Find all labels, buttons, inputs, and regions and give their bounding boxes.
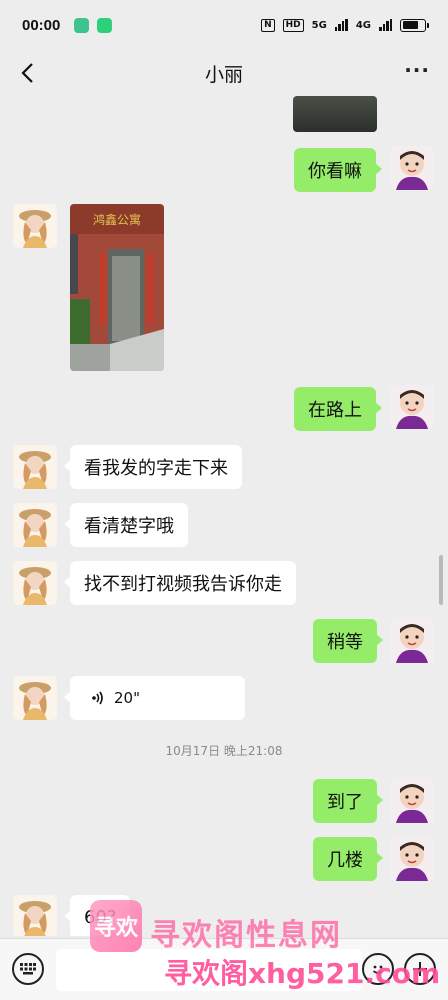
status-bar: 00:00 N HD 5G 4G [0,0,448,50]
battery-fill [402,21,419,29]
building-photo: 鸿鑫公寓 [70,204,164,371]
girl-avatar-icon [13,676,57,720]
back-arrow-icon [21,63,33,83]
contact-avatar[interactable] [13,561,57,605]
input-bar [0,938,448,1000]
contact-avatar[interactable] [13,503,57,547]
chat-title: 小丽 [204,63,243,86]
emoji-icon [372,965,384,974]
hd-badge: HD [282,18,304,32]
emoji-button[interactable] [362,953,394,985]
keyboard-toggle-button[interactable] [12,953,44,985]
girl-avatar-icon [13,503,57,547]
message-text: 找不到打视频我告诉你走 [84,574,282,595]
contact-avatar[interactable] [13,204,57,248]
message-bubble-out[interactable]: 几楼 [313,837,383,881]
network-label: 5G [311,19,327,31]
message-text: 几楼 [327,850,363,871]
network-label-2: 4G [355,19,371,31]
message-bubble-in[interactable]: 看我发的字走下来 [64,445,242,489]
chat-area[interactable]: 你看嘛 鸿鑫公寓 在路上 看我发的字走下来 看清楚字哦 找不到打视频我告诉你走 … [0,96,448,936]
baby-avatar-icon [390,385,434,429]
message-bubble-out[interactable]: 稍等 [313,619,383,663]
battery-icon [400,18,429,32]
nfc-icon: N [261,18,275,32]
shield-app-icon [74,17,90,33]
message-bubble-in[interactable]: 60? [63,895,131,936]
message-input[interactable] [56,949,362,991]
baby-avatar-icon [390,779,434,823]
girl-avatar-icon [13,561,57,605]
voice-wave-icon [92,691,103,705]
keyboard-icon [20,963,36,975]
voice-duration: 20" [114,689,140,707]
message-timestamp: 10月17日 晚上21:08 [165,744,283,758]
contact-avatar[interactable] [13,676,57,720]
my-avatar[interactable] [390,619,434,663]
voice-message[interactable]: 20" [64,676,245,720]
message-text: 你看嘛 [308,161,362,182]
photo-sign-text: 鸿鑫公寓 [93,212,141,227]
more-icon[interactable]: ··· [404,60,430,80]
status-time: 00:00 [22,16,61,34]
plus-icon [413,962,427,976]
contact-avatar[interactable] [13,895,57,936]
chat-scrollbar[interactable] [439,555,443,605]
message-bubble-in[interactable]: 找不到打视频我告诉你走 [64,561,296,605]
message-bubble-in[interactable]: 看清楚字哦 [64,503,188,547]
message-image-out[interactable] [293,96,377,132]
message-text: 60? [84,906,117,928]
baby-avatar-icon [390,837,434,881]
message-image-in[interactable]: 鸿鑫公寓 [70,204,164,371]
baby-avatar-icon [390,619,434,663]
my-avatar[interactable] [390,385,434,429]
girl-avatar-icon [13,204,57,248]
message-text: 看我发的字走下来 [84,458,228,479]
message-bubble-out[interactable]: 在路上 [294,387,382,431]
message-text: 在路上 [308,400,362,421]
signal-icon [334,19,348,31]
my-avatar[interactable] [390,779,434,823]
more-actions-button[interactable] [404,953,436,985]
girl-avatar-icon [13,445,57,489]
back-button[interactable] [14,60,40,86]
baby-avatar-icon [390,146,434,190]
chat-header: 小丽 ··· [0,50,448,96]
message-text: 到了 [327,792,363,813]
chat-app-icon [97,17,113,33]
my-avatar[interactable] [390,146,434,190]
message-text: 稍等 [327,632,363,653]
message-bubble-out[interactable]: 到了 [313,779,383,823]
contact-avatar[interactable] [13,445,57,489]
girl-avatar-icon [13,895,57,936]
signal-icon-2 [379,19,392,31]
message-text: 看清楚字哦 [84,516,174,537]
my-avatar[interactable] [390,837,434,881]
message-bubble-out[interactable]: 你看嘛 [294,148,382,192]
